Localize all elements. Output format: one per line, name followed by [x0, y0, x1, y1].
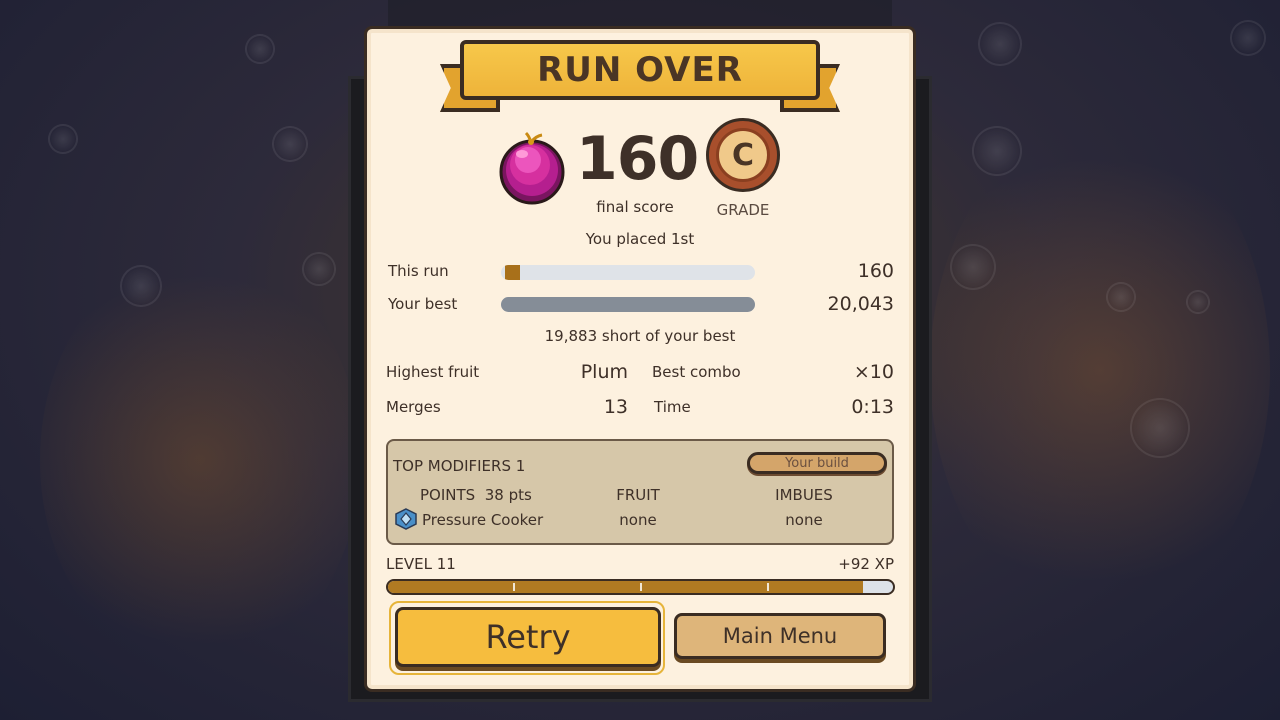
background-bubble [245, 34, 275, 64]
final-score-label: final score [596, 198, 674, 216]
retry-button[interactable]: Retry [395, 607, 661, 667]
background-bubble [120, 265, 162, 307]
imbues-header: IMBUES [775, 486, 833, 504]
xp-tick [513, 583, 515, 591]
xp-tick [640, 583, 642, 591]
background-bubble [1106, 282, 1136, 312]
main-menu-button[interactable]: Main Menu [674, 613, 886, 659]
background-bubble [1230, 20, 1266, 56]
points-header-label: POINTS [420, 486, 476, 504]
points-value: 38 pts [484, 486, 532, 504]
time-value: 0:13 [851, 396, 894, 418]
your-best-value: 20,043 [827, 293, 894, 315]
modifiers-title-label: TOP MODIFIERS [393, 457, 511, 475]
xp-bar-fill [388, 581, 863, 593]
background-bubble [272, 126, 308, 162]
ribbon-banner: RUN OVER [460, 40, 820, 100]
placement-text: You placed 1st [585, 230, 695, 248]
background-bubble [978, 22, 1022, 66]
this-run-label: This run [388, 262, 449, 280]
best-combo-label: Best combo [652, 363, 741, 381]
xp-tick [767, 583, 769, 591]
final-score-value: 160 [576, 124, 699, 194]
points-header: POINTS 38 pts [420, 486, 532, 504]
merges-label: Merges [386, 398, 441, 416]
background-bubble [1130, 398, 1190, 458]
diamond-icon [395, 508, 417, 530]
your-best-bar-fill [501, 297, 755, 312]
best-combo-value: ×10 [853, 361, 894, 383]
imbues-value: none [785, 511, 823, 529]
highest-fruit-label: Highest fruit [386, 363, 480, 381]
background-glow [40, 250, 360, 670]
modifiers-title: TOP MODIFIERS 1 [393, 457, 525, 475]
merges-value: 13 [603, 396, 628, 418]
grade-medal-inner: C [716, 128, 770, 182]
background-glow [930, 120, 1270, 620]
highest-fruit-value: Plum [580, 361, 628, 383]
your-best-bar [501, 297, 755, 312]
time-label: Time [654, 398, 691, 416]
background-bubble [950, 244, 996, 290]
fruit-value: none [619, 511, 657, 529]
plum-icon [499, 131, 565, 205]
this-run-bar-fill [505, 265, 520, 280]
xp-bar [386, 579, 895, 595]
xp-gain: +92 XP [838, 555, 894, 573]
background-bubble [972, 126, 1022, 176]
page-title: RUN OVER [537, 50, 743, 90]
background-bubble [302, 252, 336, 286]
level-label: LEVEL 11 [386, 555, 456, 573]
grade-label: GRADE [716, 201, 770, 219]
your-build-button[interactable]: Your build [747, 452, 887, 474]
background-bubble [48, 124, 78, 154]
background-bubble [1186, 290, 1210, 314]
your-best-label: Your best [388, 295, 458, 313]
modifiers-count: 1 [515, 457, 526, 475]
grade-medal: C [706, 118, 780, 192]
fruit-header: FRUIT [616, 486, 660, 504]
grade-letter: C [731, 137, 755, 173]
this-run-value: 160 [857, 260, 894, 282]
modifier-name: Pressure Cooker [422, 511, 544, 529]
this-run-bar [501, 265, 755, 280]
short-of-best-text: 19,883 short of your best [544, 327, 736, 345]
title-ribbon: RUN OVER [440, 36, 840, 116]
